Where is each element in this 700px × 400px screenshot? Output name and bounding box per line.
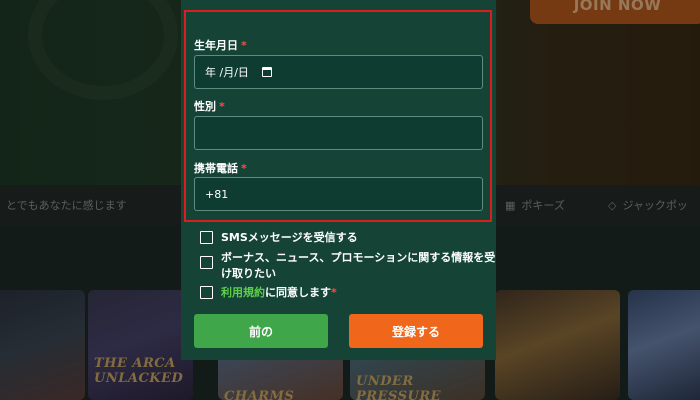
sms-checkbox[interactable] xyxy=(200,231,213,244)
phone-label: 携帯電話 * xyxy=(194,162,247,175)
required-mark: * xyxy=(241,162,247,175)
promo-checkbox[interactable] xyxy=(200,256,213,269)
required-mark: * xyxy=(241,39,247,52)
terms-checkbox-label: 利用規約に同意します* xyxy=(221,286,337,299)
promo-checkbox-row[interactable]: ボーナス、ニュース、プロモーションに関する情報を受 け取りたい xyxy=(200,250,495,282)
sms-checkbox-label: SMSメッセージを受信する xyxy=(221,231,358,244)
terms-checkbox-row[interactable]: 利用規約に同意します* xyxy=(200,285,337,301)
gender-select[interactable] xyxy=(194,116,483,150)
register-button[interactable]: 登録する xyxy=(349,314,483,348)
terms-link[interactable]: 利用規約 xyxy=(221,286,265,299)
terms-checkbox[interactable] xyxy=(200,286,213,299)
phone-input[interactable]: +81 xyxy=(194,177,483,211)
calendar-icon[interactable] xyxy=(262,67,272,77)
gender-label: 性別 * xyxy=(194,100,225,113)
sms-checkbox-row[interactable]: SMSメッセージを受信する xyxy=(200,230,358,246)
required-mark: * xyxy=(219,100,225,113)
birthdate-input[interactable]: 年 /月/日 xyxy=(194,55,483,89)
promo-checkbox-label: ボーナス、ニュース、プロモーションに関する情報を受 け取りたい xyxy=(221,251,496,280)
prev-button[interactable]: 前の xyxy=(194,314,328,348)
birthdate-label: 生年月日 * xyxy=(194,39,247,52)
required-mark: * xyxy=(331,286,337,299)
